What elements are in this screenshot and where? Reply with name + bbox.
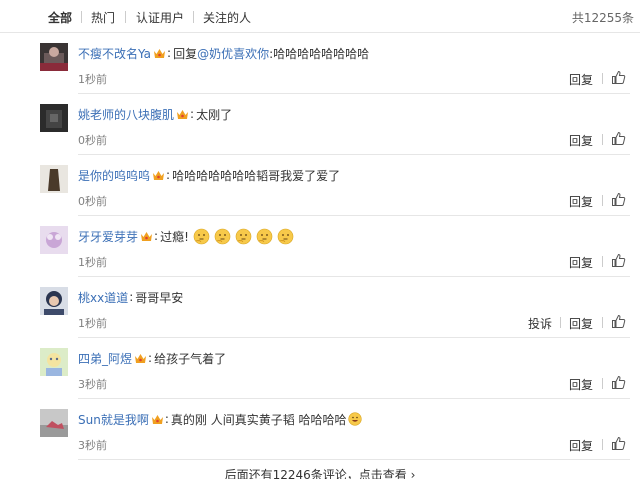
crown-vip-icon: [152, 170, 165, 181]
comment-text: 给孩子气着了: [154, 351, 227, 366]
username[interactable]: 是你的呜呜呜: [78, 167, 150, 184]
comment-filter-tabs: 全部 热门 认证用户 关注的人 共12255条: [0, 0, 640, 33]
username[interactable]: 桃xx道道: [78, 289, 128, 306]
username[interactable]: 四弟_阿煜: [78, 350, 132, 367]
crown-vip-icon: [140, 231, 153, 242]
crown-vip-icon: [151, 414, 164, 425]
action-divider: [602, 195, 603, 206]
avatar[interactable]: [40, 348, 68, 376]
username[interactable]: Sun就是我啊: [78, 411, 149, 428]
thinking-emoji: [256, 228, 273, 245]
action-divider: [602, 134, 603, 145]
comment-item: 是你的呜呜呜 : 哈哈哈哈哈哈哈韬哥我爱了爱了 0秒前 回复: [0, 155, 640, 216]
comment-item: 牙牙爱芽芽 : 过瘾! 1秒前 回复: [0, 216, 640, 277]
load-more-comments-link[interactable]: 后面还有12246条评论，点击查看 ›: [0, 466, 640, 479]
comment-time: 1秒前: [78, 256, 107, 269]
action-divider: [602, 378, 603, 389]
thinking-emoji: [235, 228, 252, 245]
like-thumb-icon[interactable]: [611, 253, 626, 268]
report-button[interactable]: 投诉: [528, 315, 552, 332]
comment-item: 桃xx道道 : 哥哥早安 1秒前 投诉 回复: [0, 277, 640, 338]
username[interactable]: 牙牙爱芽芽: [78, 228, 138, 245]
colon: :: [164, 412, 169, 426]
tab-divider: [81, 11, 82, 23]
colon: :: [148, 351, 153, 365]
avatar[interactable]: [40, 43, 68, 71]
tab-hot[interactable]: 热门: [91, 9, 115, 26]
crown-vip-icon: [176, 109, 189, 120]
tab-divider: [125, 11, 126, 23]
thinking-emoji: [214, 228, 231, 245]
comment-text: 过瘾!: [160, 229, 189, 244]
like-thumb-icon[interactable]: [611, 436, 626, 451]
action-divider: [602, 439, 603, 450]
grin-emoji: [347, 412, 362, 426]
comment-time: 1秒前: [78, 317, 107, 330]
action-divider: [602, 73, 603, 84]
reply-button[interactable]: 回复: [569, 132, 593, 149]
comment-reply-prefix: 回复: [173, 46, 198, 61]
action-divider: [602, 256, 603, 267]
tab-following[interactable]: 关注的人: [203, 9, 251, 26]
action-divider: [602, 317, 603, 328]
username[interactable]: 不瘦不改名Ya: [78, 45, 151, 62]
avatar[interactable]: [40, 409, 68, 437]
comment-time: 3秒前: [78, 439, 107, 452]
comment-time: 0秒前: [78, 195, 107, 208]
colon: :: [129, 290, 134, 304]
avatar[interactable]: [40, 165, 68, 193]
colon: :: [167, 46, 172, 60]
thinking-emoji: [193, 228, 210, 245]
username[interactable]: 姚老师的八块腹肌: [78, 106, 174, 123]
reply-button[interactable]: 回复: [569, 193, 593, 210]
tab-divider: [193, 11, 194, 23]
avatar[interactable]: [40, 104, 68, 132]
reply-button[interactable]: 回复: [569, 315, 593, 332]
thinking-emoji: [277, 228, 294, 245]
comment-time: 0秒前: [78, 134, 107, 147]
like-thumb-icon[interactable]: [611, 192, 626, 207]
tab-all[interactable]: 全部: [48, 9, 72, 26]
comment-text: 哥哥早安: [135, 290, 184, 305]
crown-vip-icon: [153, 48, 166, 59]
avatar[interactable]: [40, 287, 68, 315]
like-thumb-icon[interactable]: [611, 375, 626, 390]
comment-text: 真的刚 人间真实黄子韬 哈哈哈哈: [170, 412, 347, 427]
comment-item: 四弟_阿煜 : 给孩子气着了 3秒前 回复: [0, 338, 640, 399]
comment-item: 姚老师的八块腹肌 : 太刚了 0秒前 回复: [0, 94, 640, 155]
total-comment-count: 共12255条: [571, 11, 634, 25]
comment-item: Sun就是我啊 : 真的刚 人间真实黄子韬 哈哈哈哈 3秒前 回复: [0, 399, 640, 460]
crown-vip-icon: [134, 353, 147, 364]
comment-text: :哈哈哈哈哈哈哈哈: [269, 46, 370, 61]
colon: :: [166, 168, 171, 182]
avatar[interactable]: [40, 226, 68, 254]
like-thumb-icon[interactable]: [611, 70, 626, 85]
comment-text: 太刚了: [196, 107, 233, 122]
comment-time: 1秒前: [78, 73, 107, 86]
comment-divider: [78, 459, 630, 460]
like-thumb-icon[interactable]: [611, 314, 626, 329]
action-divider: [560, 317, 561, 328]
reply-button[interactable]: 回复: [569, 254, 593, 271]
mention-link[interactable]: @奶优喜欢你: [197, 45, 269, 62]
comment-item: 不瘦不改名Ya : 回复 @奶优喜欢你 :哈哈哈哈哈哈哈哈 1秒前 回复: [0, 33, 640, 94]
tab-verified-users[interactable]: 认证用户: [136, 9, 184, 26]
reply-button[interactable]: 回复: [569, 71, 593, 88]
reply-button[interactable]: 回复: [569, 376, 593, 393]
colon: :: [190, 107, 195, 121]
like-thumb-icon[interactable]: [611, 131, 626, 146]
reply-button[interactable]: 回复: [569, 437, 593, 454]
comment-text: 哈哈哈哈哈哈哈韬哥我爱了爱了: [172, 168, 341, 183]
comment-time: 3秒前: [78, 378, 107, 391]
colon: :: [154, 229, 159, 243]
